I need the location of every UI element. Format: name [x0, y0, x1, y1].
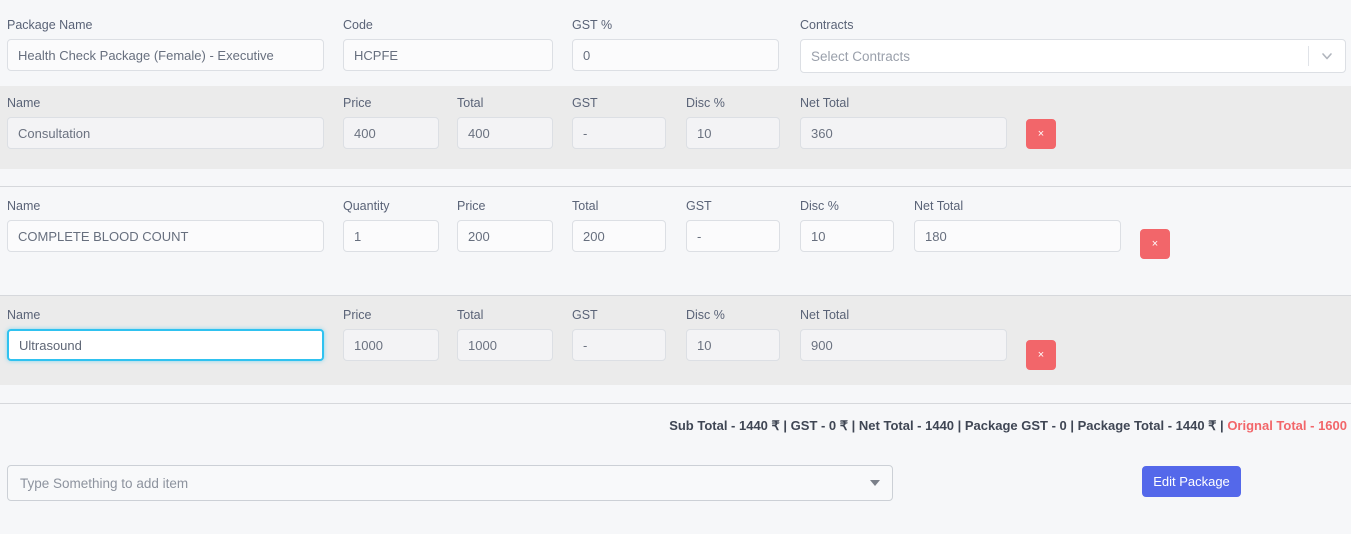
row3-gst-group: GST - [572, 308, 666, 361]
row1-price-input[interactable]: 400 [343, 117, 439, 149]
row1-net-total-group: Net Total 360 [800, 96, 1007, 149]
gst-percent-input[interactable]: 0 [572, 39, 779, 71]
code-input[interactable]: HCPFE [343, 39, 553, 71]
row3-price-label: Price [343, 308, 372, 322]
row3-price-group: Price 1000 [343, 308, 439, 361]
row2-name-group: Name COMPLETE BLOOD COUNT [7, 199, 324, 252]
row3-net-total-input[interactable]: 900 [800, 329, 1007, 361]
row2-net-total-group: Net Total 180 [914, 199, 1121, 252]
row1-gst-input[interactable]: - [572, 117, 666, 149]
row1-disc-label: Disc % [686, 96, 725, 110]
row3-disc-group: Disc % 10 [686, 308, 780, 361]
table-row: Name COMPLETE BLOOD COUNT Quantity 1 Pri… [0, 187, 1351, 278]
row2-gst-label: GST [686, 199, 712, 213]
row2-delete-button[interactable]: × [1140, 229, 1170, 259]
row2-gst-group: GST - [686, 199, 780, 252]
row1-net-total-input[interactable]: 360 [800, 117, 1007, 149]
row1-disc-input[interactable]: 10 [686, 117, 780, 149]
table-row: Name Ultrasound Price 1000 Total 1000 GS… [0, 296, 1351, 385]
row3-name-input[interactable]: Ultrasound [7, 329, 324, 361]
row2-disc-input[interactable]: 10 [800, 220, 894, 252]
caret-down-icon [870, 480, 880, 486]
row1-total-label: Total [457, 96, 484, 110]
row2-total-label: Total [572, 199, 599, 213]
row1-net-total-label: Net Total [800, 96, 850, 110]
row2-name-input[interactable]: COMPLETE BLOOD COUNT [7, 220, 324, 252]
gst-percent-label: GST % [572, 18, 613, 32]
code-label: Code [343, 18, 373, 32]
row2-net-total-label: Net Total [914, 199, 964, 213]
package-name-input[interactable]: Health Check Package (Female) - Executiv… [7, 39, 324, 71]
row3-gst-input[interactable]: - [572, 329, 666, 361]
row2-gst-input[interactable]: - [686, 220, 780, 252]
row2-disc-group: Disc % 10 [800, 199, 894, 252]
row3-delete-button[interactable]: × [1026, 340, 1056, 370]
chevron-down-icon[interactable] [1309, 49, 1345, 63]
package-header-section: Package Name Health Check Package (Femal… [0, 0, 1351, 86]
package-name-field-group: Package Name Health Check Package (Femal… [7, 18, 324, 71]
row3-total-label: Total [457, 308, 484, 322]
row2-total-input[interactable]: 200 [572, 220, 666, 252]
row2-net-total-input[interactable]: 180 [914, 220, 1121, 252]
row1-total-group: Total 400 [457, 96, 553, 149]
row3-name-label: Name [7, 308, 41, 322]
row3-price-input[interactable]: 1000 [343, 329, 439, 361]
row3-net-total-label: Net Total [800, 308, 850, 322]
row2-quantity-label: Quantity [343, 199, 390, 213]
contracts-label: Contracts [800, 18, 854, 32]
contracts-field-group: Contracts Select Contracts [800, 18, 1346, 73]
package-editor-page: Package Name Health Check Package (Femal… [0, 0, 1351, 534]
row1-name-input[interactable]: Consultation [7, 117, 324, 149]
row1-total-input[interactable]: 400 [457, 117, 553, 149]
package-name-label: Package Name [7, 18, 93, 32]
row1-delete-button[interactable]: × [1026, 119, 1056, 149]
row2-disc-label: Disc % [800, 199, 839, 213]
row1-gst-label: GST [572, 96, 598, 110]
row3-name-group: Name Ultrasound [7, 308, 324, 361]
add-item-select[interactable]: Type Something to add item [7, 465, 893, 501]
contracts-select-placeholder: Select Contracts [811, 48, 911, 64]
original-total-text: Orignal Total - 1600 [1227, 418, 1347, 433]
row2-price-input[interactable]: 200 [457, 220, 553, 252]
row3-net-total-group: Net Total 900 [800, 308, 1007, 361]
row3-disc-input[interactable]: 10 [686, 329, 780, 361]
row2-price-label: Price [457, 199, 486, 213]
row1-price-label: Price [343, 96, 372, 110]
row2-name-label: Name [7, 199, 41, 213]
contracts-select[interactable]: Select Contracts [800, 39, 1346, 73]
row1-price-group: Price 400 [343, 96, 439, 149]
row1-name-label: Name [7, 96, 41, 110]
table-row: Name Consultation Price 400 Total 400 GS… [0, 86, 1351, 169]
edit-package-button[interactable]: Edit Package [1142, 466, 1241, 497]
row2-total-group: Total 200 [572, 199, 666, 252]
row-divider-3 [0, 403, 1351, 404]
row1-gst-group: GST - [572, 96, 666, 149]
row3-disc-label: Disc % [686, 308, 725, 322]
row1-name-group: Name Consultation [7, 96, 324, 149]
row1-disc-group: Disc % 10 [686, 96, 780, 149]
gst-percent-field-group: GST % 0 [572, 18, 779, 71]
row3-total-group: Total 1000 [457, 308, 553, 361]
row2-price-group: Price 200 [457, 199, 553, 252]
code-field-group: Code HCPFE [343, 18, 553, 71]
row2-quantity-input[interactable]: 1 [343, 220, 439, 252]
row2-quantity-group: Quantity 1 [343, 199, 439, 252]
totals-summary: Sub Total - 1440 ₹ | GST - 0 ₹ | Net Tot… [669, 418, 1347, 434]
add-item-placeholder: Type Something to add item [20, 475, 189, 491]
totals-summary-main: Sub Total - 1440 ₹ | GST - 0 ₹ | Net Tot… [669, 418, 1228, 433]
row3-total-input[interactable]: 1000 [457, 329, 553, 361]
row3-gst-label: GST [572, 308, 598, 322]
